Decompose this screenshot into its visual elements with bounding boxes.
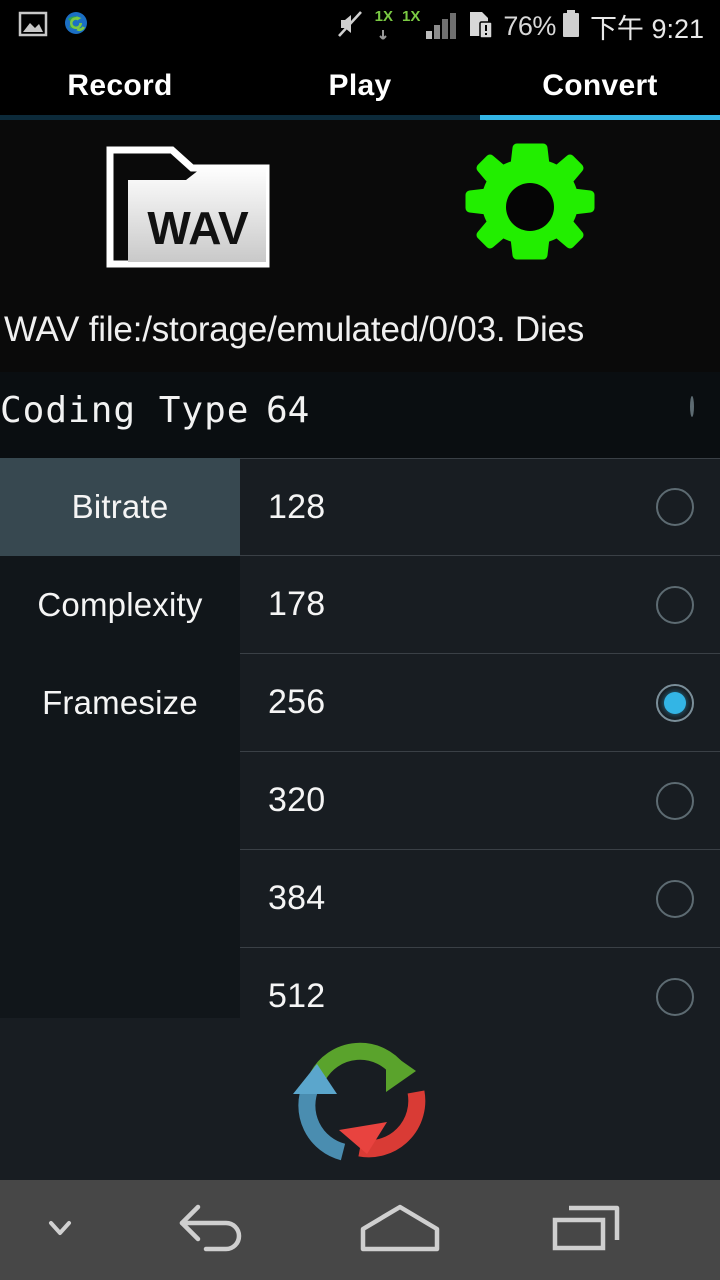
network-1x-indicator-1: 1X: [375, 9, 393, 43]
radio-slot-64[interactable]: [690, 396, 694, 417]
tab-record-label: Record: [67, 69, 173, 102]
battery-percent-label: 76%: [503, 10, 556, 41]
network-1x-label-2: 1X: [402, 8, 421, 25]
category-list: Bitrate Complexity Framesize: [0, 458, 240, 1018]
option-value-128: 128: [268, 487, 326, 526]
sd-card-icon: [468, 8, 494, 45]
clock-label: 下午 9:21: [589, 13, 704, 44]
wav-file-path-label: WAV file:/storage/emulated/0/03. Dies: [4, 310, 585, 349]
tab-convert-label: Convert: [542, 69, 658, 102]
category-item-bitrate[interactable]: Bitrate: [0, 458, 240, 556]
back-arrow-icon: [176, 1199, 250, 1262]
back-button[interactable]: [120, 1180, 307, 1280]
radio-button-128[interactable]: [656, 488, 694, 526]
radio-button-178[interactable]: [656, 585, 694, 624]
option-row-384[interactable]: 384: [240, 850, 720, 948]
option-value-384: 384: [268, 879, 326, 917]
category-item-complexity-label: Complexity: [37, 586, 203, 623]
recents-icon: [549, 1200, 625, 1261]
tab-record-underline: [0, 115, 240, 120]
coding-type-row[interactable]: Coding Type 64: [0, 372, 720, 458]
header-icon-row: WAV: [0, 124, 720, 284]
category-item-complexity[interactable]: Complexity: [0, 556, 240, 654]
tab-record[interactable]: Record: [0, 52, 240, 120]
tab-play-label: Play: [328, 69, 392, 102]
mute-icon: [336, 8, 366, 45]
option-value-178: 178: [268, 585, 326, 623]
option-row-512[interactable]: 512: [240, 948, 720, 1018]
option-row-178[interactable]: 178: [240, 556, 720, 654]
option-row-320[interactable]: 320: [240, 752, 720, 850]
recents-button[interactable]: [493, 1180, 680, 1280]
home-icon: [355, 1199, 445, 1262]
category-item-framesize-label: Framesize: [42, 684, 198, 721]
gallery-icon: [18, 9, 48, 44]
coding-type-label: Coding Type: [0, 390, 250, 431]
home-button[interactable]: [307, 1180, 494, 1280]
status-bar: 1X 1X 76% 下午 9:21: [0, 0, 720, 52]
tab-play-underline: [240, 115, 480, 120]
radio-button-512[interactable]: [656, 977, 694, 1016]
tab-convert-underline: [480, 115, 720, 120]
option-value-512: 512: [268, 977, 326, 1015]
wav-folder-label: WAV: [147, 202, 249, 254]
convert-circular-arrows-icon[interactable]: [285, 1024, 435, 1175]
convert-action-area[interactable]: [0, 1018, 720, 1180]
radio-button-384[interactable]: [656, 879, 694, 918]
gear-icon[interactable]: [462, 142, 598, 272]
app-screen: 1X 1X 76% 下午 9:21 Record Play Convert WA…: [0, 0, 720, 1280]
chevron-down-icon: [43, 1211, 77, 1250]
hide-navbar-button[interactable]: [0, 1180, 120, 1280]
category-item-framesize[interactable]: Framesize: [0, 654, 240, 752]
network-1x-label-1: 1X: [374, 8, 394, 25]
tab-bar: Record Play Convert: [0, 52, 720, 120]
signal-bars-icon: [425, 8, 459, 45]
option-list[interactable]: 128 178 256 320 384 512: [240, 458, 720, 1018]
tab-convert[interactable]: Convert: [480, 52, 720, 120]
globe-sync-icon: [62, 9, 92, 44]
radio-button-256[interactable]: [656, 683, 694, 722]
coding-type-value-64: 64: [266, 390, 310, 431]
option-value-256: 256: [268, 683, 326, 721]
radio-button-64[interactable]: [690, 396, 694, 417]
settings-split-pane: Bitrate Complexity Framesize 128 178 256: [0, 458, 720, 1018]
wav-folder-icon[interactable]: WAV: [106, 146, 270, 268]
tab-play[interactable]: Play: [240, 52, 480, 120]
option-value-320: 320: [268, 781, 326, 819]
status-bar-left-icons: [0, 9, 92, 44]
wav-file-path-row: WAV file:/storage/emulated/0/03. Dies: [0, 288, 720, 372]
option-row-256[interactable]: 256: [240, 654, 720, 752]
category-item-bitrate-label: Bitrate: [71, 488, 169, 525]
radio-button-320[interactable]: [656, 781, 694, 820]
battery-icon: [561, 8, 581, 45]
option-row-128[interactable]: 128: [240, 458, 720, 556]
network-1x-indicator-2: 1X: [402, 9, 420, 43]
android-navigation-bar: [0, 1180, 720, 1280]
status-bar-right-icons: 1X 1X 76% 下午 9:21: [336, 7, 720, 46]
